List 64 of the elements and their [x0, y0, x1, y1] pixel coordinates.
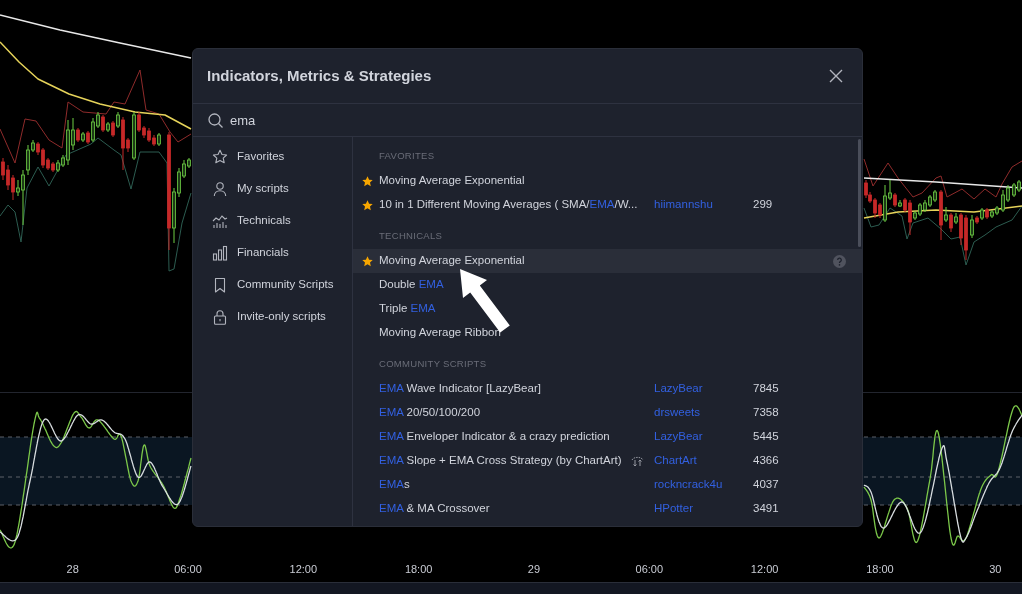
indicator-row[interactable]: Moving Average Ribbon: [353, 321, 862, 345]
close-icon: [829, 69, 843, 83]
search-icon: [208, 112, 223, 128]
bar-chart-icon: [212, 245, 228, 261]
time-axis-label: 06:00: [174, 562, 202, 576]
lock-icon: [212, 309, 228, 325]
dialog-title: Indicators, Metrics & Strategies: [207, 65, 432, 86]
indicator-name: Moving Average Exponential: [379, 173, 525, 189]
time-axis-label: 06:00: [635, 562, 664, 576]
indicator-name: EMA & MA Crossover: [379, 501, 490, 517]
usage-count: 4037: [753, 477, 779, 493]
person-icon: [212, 181, 228, 197]
time-axis-label: 12:00: [289, 562, 318, 576]
indicator-row[interactable]: EMA Slope + EMA Cross Strategy (by ChartArt) ChartArt 4366: [353, 449, 862, 473]
sidebar-item[interactable]: Favorites: [193, 141, 352, 173]
sidebar-item[interactable]: Community Scripts: [193, 269, 352, 301]
bookmark-icon: [212, 277, 228, 293]
scrollbar[interactable]: [858, 139, 861, 247]
usage-count: 299: [753, 197, 773, 213]
indicator-name: EMA Slope + EMA Cross Strategy (by ChartArt): [379, 453, 622, 469]
time-axis-label: 18:00: [866, 562, 894, 576]
indicator-name: 10 in 1 Different Moving Averages ( SMA/EMA/W...: [379, 197, 638, 213]
search-field[interactable]: ema: [230, 109, 847, 131]
star-icon: [212, 149, 228, 165]
section-heading: FAVORITES: [379, 149, 435, 163]
close-button[interactable]: [828, 68, 844, 84]
indicator-row[interactable]: EMA & MA Crossover HPotter 3491: [353, 497, 862, 521]
indicator-row[interactable]: Moving Average Exponential: [353, 169, 862, 193]
usage-count: 7358: [753, 405, 779, 421]
time-axis-label: 12:00: [750, 562, 779, 576]
indicator-name: Triple EMA: [379, 301, 436, 317]
indicator-row[interactable]: Triple EMA: [353, 297, 862, 321]
indicator-row[interactable]: 10 in 1 Different Moving Averages ( SMA/EMA/W... hiimannshu 299: [353, 193, 862, 217]
indicator-row[interactable]: Double EMA: [353, 273, 862, 297]
section-heading: TECHNICALS: [379, 229, 443, 243]
indicator-row[interactable]: EMA Enveloper Indicator & a crazy prediction LazyBear 5445: [353, 425, 862, 449]
favorite-star-icon[interactable]: [362, 255, 373, 267]
favorite-star-icon[interactable]: [362, 175, 373, 187]
time-axis-label: 28: [66, 562, 79, 576]
indicator-row[interactable]: Moving Average Exponential: [353, 249, 862, 273]
indicator-row[interactable]: EMA Wave Indicator [LazyBear] LazyBear 7845: [353, 377, 862, 401]
sidebar-item[interactable]: Financials: [193, 237, 352, 269]
time-axis-label: 18:00: [404, 562, 433, 576]
indicator-name: EMAs: [379, 477, 410, 493]
usage-count: 7845: [753, 381, 779, 397]
time-axis-label: 29: [527, 562, 541, 576]
usage-count: 4366: [753, 453, 779, 469]
indicator-name: EMA Enveloper Indicator & a crazy prediction: [379, 429, 610, 445]
indicator-name: Double EMA: [379, 277, 444, 293]
indicator-row[interactable]: EMA 20/50/100/200 drsweets 7358: [353, 401, 862, 425]
usage-count: 3491: [753, 501, 779, 517]
indicator-name: EMA Wave Indicator [LazyBear]: [379, 381, 541, 397]
usage-count: 5445: [753, 429, 779, 445]
sidebar-item[interactable]: My scripts: [193, 173, 352, 205]
indicator-name: Moving Average Exponential: [379, 253, 525, 269]
line-chart-icon: [212, 213, 228, 229]
section-heading: COMMUNITY SCRIPTS: [379, 357, 487, 371]
favorite-star-icon[interactable]: [362, 199, 373, 211]
indicator-name: EMA 20/50/100/200: [379, 405, 481, 421]
sidebar-item[interactable]: Technicals: [193, 205, 352, 237]
indicator-name: Moving Average Ribbon: [379, 325, 501, 341]
indicator-row[interactable]: EMAs rockncrack4u 4037: [353, 473, 862, 497]
sidebar-item[interactable]: Invite-only scripts: [193, 301, 352, 333]
time-axis-label: 30: [989, 562, 1002, 576]
